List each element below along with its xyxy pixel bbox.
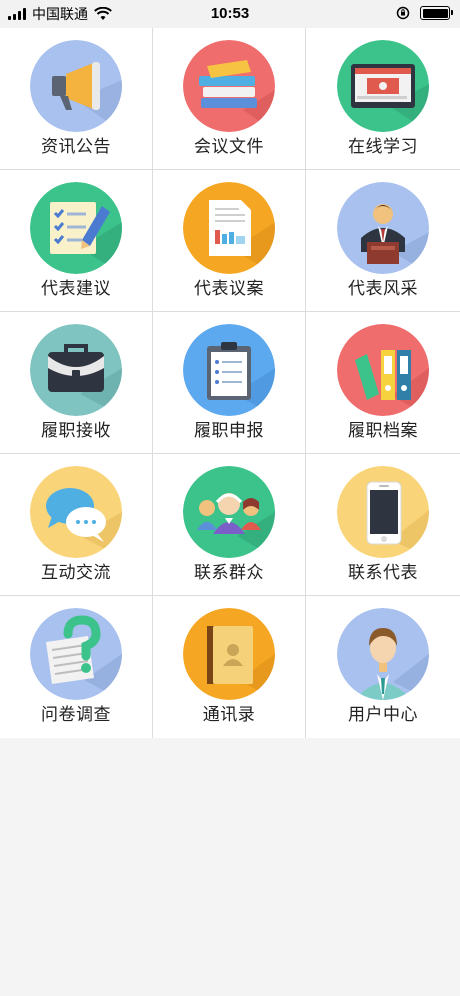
- megaphone-icon: [30, 40, 122, 132]
- menu-item-user-center[interactable]: 用户中心: [306, 596, 460, 738]
- menu-item-label: 联系群众: [194, 563, 264, 583]
- menu-item-delegate-style[interactable]: 代表风采: [306, 170, 460, 312]
- smartphone-icon: [337, 466, 429, 558]
- people-group-icon: [183, 466, 275, 558]
- menu-item-label: 资讯公告: [41, 137, 111, 157]
- battery-icon: [420, 6, 453, 20]
- menu-item-label: 履职申报: [194, 421, 264, 441]
- books-icon: [183, 40, 275, 132]
- menu-item-duty-receive[interactable]: 履职接收: [0, 312, 153, 454]
- menu-item-label: 履职档案: [348, 421, 418, 441]
- menu-item-label: 在线学习: [348, 137, 418, 157]
- menu-item-label: 会议文件: [194, 137, 264, 157]
- menu-item-news[interactable]: 资讯公告: [0, 28, 153, 170]
- checklist-pencil-icon: [30, 182, 122, 274]
- address-book-icon: [183, 608, 275, 700]
- menu-item-label: 代表议案: [194, 279, 264, 299]
- menu-item-proposals[interactable]: 代表议案: [153, 170, 306, 312]
- menu-item-contacts[interactable]: 通讯录: [153, 596, 306, 738]
- menu-item-label: 履职接收: [41, 421, 111, 441]
- menu-item-interaction[interactable]: 互动交流: [0, 454, 153, 596]
- menu-item-suggestions[interactable]: 代表建议: [0, 170, 153, 312]
- user-avatar-icon: [337, 608, 429, 700]
- status-bar: 中国联通 10:53: [0, 0, 460, 28]
- briefcase-icon: [30, 324, 122, 416]
- menu-item-duty-archive[interactable]: 履职档案: [306, 312, 460, 454]
- menu-item-duty-declare[interactable]: 履职申报: [153, 312, 306, 454]
- binders-icon: [337, 324, 429, 416]
- menu-item-label: 通讯录: [202, 705, 256, 725]
- empty-background: [0, 738, 460, 996]
- menu-item-survey[interactable]: 问卷调查: [0, 596, 153, 738]
- chat-bubbles-icon: [30, 466, 122, 558]
- menu-item-label: 问卷调查: [41, 705, 111, 725]
- questionnaire-icon: [30, 608, 122, 700]
- menu-item-label: 用户中心: [348, 705, 418, 725]
- menu-grid: 资讯公告 会议文件 在线学习 代表建议 代表议案 代表风采 履职接收 履职申报 …: [0, 28, 460, 739]
- report-document-icon: [183, 182, 275, 274]
- menu-item-label: 代表建议: [41, 279, 111, 299]
- menu-item-meeting-files[interactable]: 会议文件: [153, 28, 306, 170]
- speaker-at-podium-icon: [337, 182, 429, 274]
- menu-item-label: 代表风采: [348, 279, 418, 299]
- clipboard-icon: [183, 324, 275, 416]
- online-video-icon: [337, 40, 429, 132]
- menu-item-label: 联系代表: [348, 563, 418, 583]
- menu-item-label: 互动交流: [41, 563, 111, 583]
- status-right: [396, 6, 453, 20]
- clock: 10:53: [210, 5, 250, 22]
- menu-item-online-learning[interactable]: 在线学习: [306, 28, 460, 170]
- menu-item-contact-delegate[interactable]: 联系代表: [306, 454, 460, 596]
- menu-item-contact-public[interactable]: 联系群众: [153, 454, 306, 596]
- orientation-lock-icon: [396, 6, 410, 20]
